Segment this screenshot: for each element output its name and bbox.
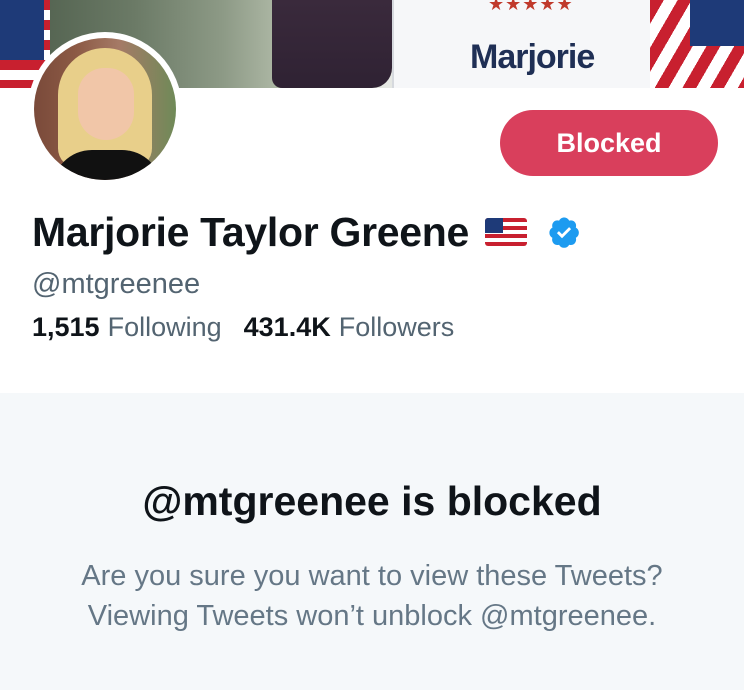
followers-label: Followers	[338, 312, 455, 342]
banner-flag-left-canton	[0, 0, 44, 60]
banner-sign-stars: ★★★★★	[488, 0, 574, 14]
following-count: 1,515	[32, 312, 100, 342]
verified-badge-icon	[549, 217, 579, 248]
banner-flag-right-canton	[690, 0, 744, 46]
profile-handle: @mtgreenee	[32, 268, 201, 300]
banner-person	[272, 0, 392, 88]
blocked-notice-description: Are you sure you want to view these Twee…	[81, 560, 663, 632]
profile-name-row: Marjorie Taylor Greene	[32, 208, 581, 256]
blocked-notice-title: @mtgreenee is blocked	[142, 478, 602, 524]
avatar-photo	[34, 38, 176, 180]
profile-name: Marjorie Taylor Greene	[32, 208, 469, 255]
followers-stat[interactable]: 431.4K Followers	[244, 312, 455, 343]
avatar[interactable]	[28, 32, 182, 186]
followers-count: 431.4K	[243, 312, 331, 342]
banner-sign-text: Marjorie	[470, 38, 595, 76]
us-flag-icon	[484, 218, 527, 246]
blocked-button[interactable]: Blocked	[500, 110, 718, 176]
blocked-notice-panel	[0, 393, 744, 690]
avatar-face	[78, 68, 134, 140]
profile-stats: 1,515 Following 431.4K Followers	[32, 312, 476, 343]
following-stat[interactable]: 1,515 Following	[32, 312, 222, 343]
following-label: Following	[107, 312, 222, 342]
